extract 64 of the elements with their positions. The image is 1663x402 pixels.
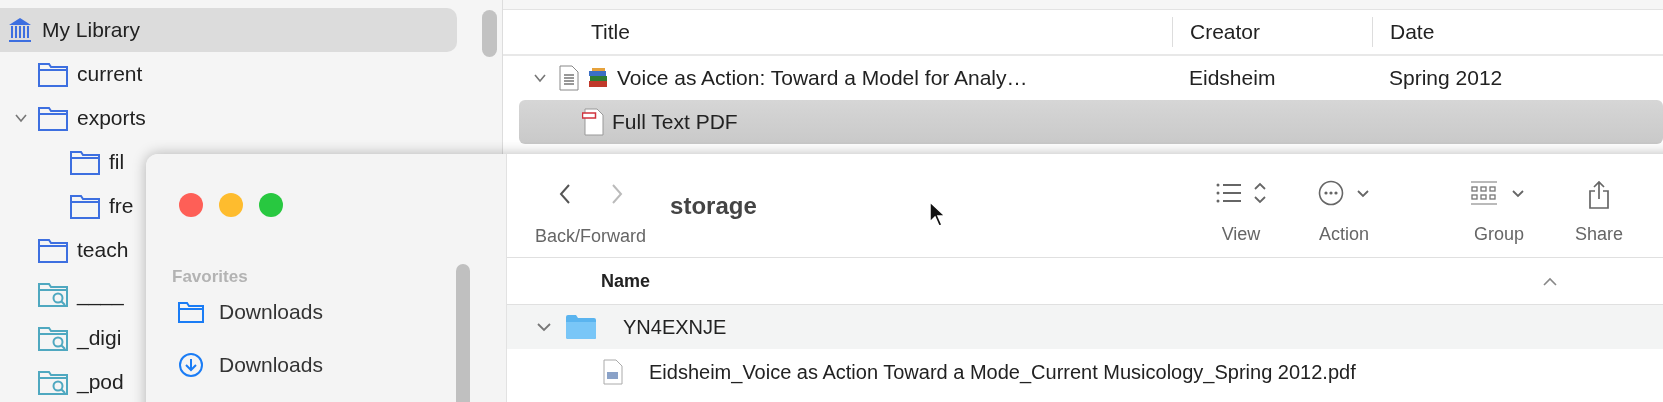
saved-search-icon (37, 324, 69, 352)
sort-icon[interactable] (1542, 277, 1558, 287)
pdf-file-icon (603, 359, 623, 385)
document-icon (559, 65, 579, 91)
collection-label: ____ (77, 282, 124, 306)
collection-label: teach (77, 238, 129, 262)
folder-icon (37, 60, 69, 88)
collection-item[interactable]: teach (0, 228, 131, 272)
column-header[interactable]: Creator (1172, 17, 1372, 47)
toolbar-button[interactable]: View (1196, 180, 1286, 245)
column-header[interactable]: Date (1372, 17, 1663, 47)
collection-item[interactable]: ____ (0, 272, 126, 316)
zoom-button[interactable] (259, 193, 283, 217)
toolbar-button[interactable]: Action (1289, 180, 1399, 245)
window-title: storage (670, 192, 757, 220)
table-cell: Eidsheim (1189, 66, 1276, 90)
table-cell: Spring 2012 (1389, 66, 1503, 90)
close-button[interactable] (179, 193, 203, 217)
scrollbar[interactable] (482, 10, 497, 57)
column-header[interactable]: Name (507, 270, 651, 292)
item-title: Voice as Action: Toward a Model for Analy… (617, 66, 1028, 90)
folder-icon (37, 104, 69, 132)
folder-icon (177, 299, 205, 324)
file-row[interactable]: Eidsheim_Voice as Action Toward a Mode_Current Musicology_Spring 2012.pdf (507, 349, 1663, 395)
folder-icon (69, 148, 101, 176)
collection-label: fre (109, 194, 134, 218)
collection-label: fil (109, 150, 125, 174)
download-icon (177, 350, 205, 379)
collection-label: exports (77, 106, 146, 130)
pdf-icon (582, 108, 604, 136)
forward-icon[interactable] (609, 182, 624, 206)
file-row[interactable]: YN4EXNJE (507, 305, 1663, 349)
collection-label: _digi (77, 326, 122, 350)
collection-item[interactable]: My Library (0, 8, 457, 52)
list-view-icon (1215, 180, 1267, 206)
toolbar-button[interactable]: Group (1444, 180, 1554, 245)
item-row[interactable]: Full Text PDF (519, 100, 1663, 144)
item-title: Full Text PDF (612, 110, 738, 134)
item-row[interactable]: Voice as Action: Toward a Model for Analy… Eidsheim Spring 2012 (519, 56, 1663, 100)
books-icon (587, 68, 609, 88)
library-icon (6, 16, 34, 44)
column-header[interactable]: Title (503, 17, 1172, 47)
file-name: YN4EXNJE (623, 315, 727, 339)
back-icon[interactable] (557, 182, 572, 206)
file-name: Eidsheim_Voice as Action Toward a Mode_Current Musicology_Spring 2012.pdf (649, 360, 1356, 384)
toolbar-button[interactable]: Share (1554, 180, 1644, 245)
collection-item[interactable]: current (0, 52, 145, 96)
folder-icon (69, 192, 101, 220)
saved-search-icon (37, 368, 69, 396)
toolbar-label: Back/Forward (535, 226, 647, 247)
share-icon (1587, 180, 1611, 210)
collection-item[interactable]: fil (0, 140, 127, 184)
saved-search-icon (37, 280, 69, 308)
collection-label: current (77, 62, 143, 86)
collection-label: My Library (42, 18, 141, 42)
collection-item[interactable]: _digi (0, 316, 124, 360)
collection-item[interactable]: _pod (0, 360, 126, 402)
minimize-button[interactable] (219, 193, 243, 217)
collection-label: _pod (77, 370, 124, 394)
folder-icon (565, 314, 597, 340)
collection-item[interactable]: fre (0, 184, 136, 228)
folder-icon (37, 236, 69, 264)
collection-item[interactable]: exports (0, 96, 148, 140)
more-icon (1318, 180, 1370, 206)
